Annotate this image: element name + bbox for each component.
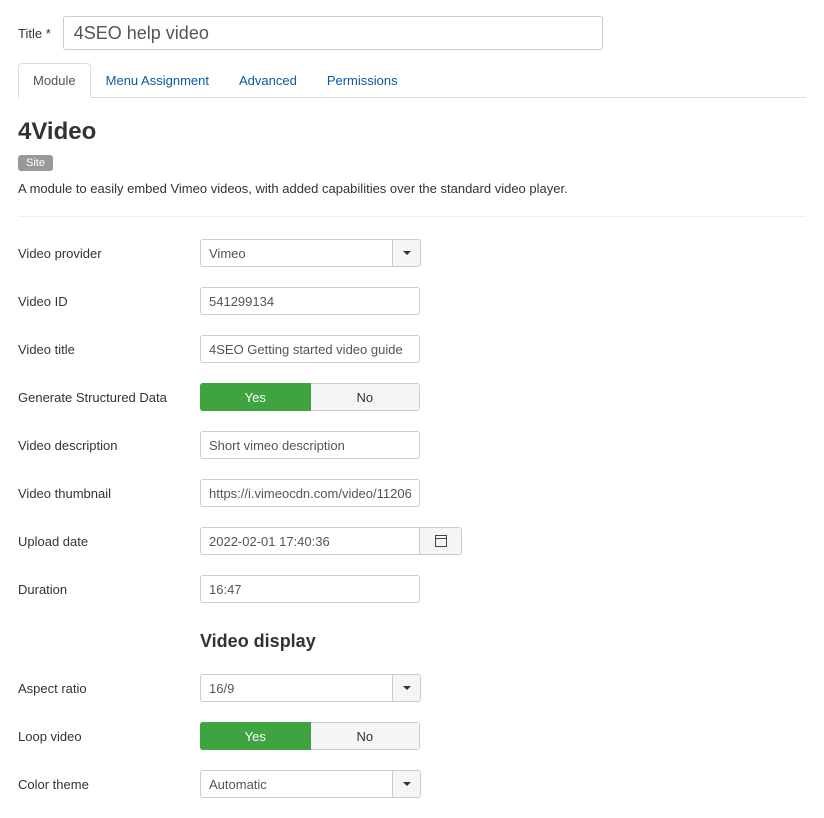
label-video-title: Video title — [18, 342, 200, 357]
row-video-id: Video ID — [18, 287, 806, 315]
calendar-icon — [435, 535, 447, 547]
input-video-title[interactable] — [200, 335, 420, 363]
row-upload-date: Upload date — [18, 527, 806, 555]
select-value: Automatic — [200, 770, 393, 798]
chevron-down-icon[interactable] — [393, 674, 421, 702]
label-duration: Duration — [18, 582, 200, 597]
row-duration: Duration — [18, 575, 806, 603]
input-video-id[interactable] — [200, 287, 420, 315]
toggle-generate-sd[interactable]: Yes No — [200, 383, 420, 411]
toggle-loop-video[interactable]: Yes No — [200, 722, 420, 750]
select-aspect-ratio[interactable]: 16/9 — [200, 674, 421, 702]
chevron-down-icon[interactable] — [393, 770, 421, 798]
site-badge: Site — [18, 155, 53, 171]
label-color-theme: Color theme — [18, 777, 200, 792]
toggle-yes[interactable]: Yes — [200, 722, 311, 750]
row-video-thumbnail: Video thumbnail — [18, 479, 806, 507]
title-input[interactable] — [63, 16, 603, 50]
select-value: 16/9 — [200, 674, 393, 702]
module-description: A module to easily embed Vimeo videos, w… — [18, 181, 806, 196]
tab-permissions[interactable]: Permissions — [312, 63, 413, 98]
toggle-yes[interactable]: Yes — [200, 383, 311, 411]
label-video-description: Video description — [18, 438, 200, 453]
tab-advanced[interactable]: Advanced — [224, 63, 312, 98]
row-video-provider: Video provider Vimeo — [18, 239, 806, 267]
select-value: Vimeo — [200, 239, 393, 267]
row-color-theme: Color theme Automatic — [18, 770, 806, 798]
row-aspect-ratio: Aspect ratio 16/9 — [18, 674, 806, 702]
input-video-thumbnail[interactable] — [200, 479, 420, 507]
label-loop-video: Loop video — [18, 729, 200, 744]
module-heading: 4Video — [18, 118, 806, 146]
calendar-button[interactable] — [420, 527, 462, 555]
tabs: Module Menu Assignment Advanced Permissi… — [18, 62, 806, 98]
input-upload-date[interactable] — [200, 527, 420, 555]
label-video-provider: Video provider — [18, 246, 200, 261]
label-upload-date: Upload date — [18, 534, 200, 549]
row-generate-sd: Generate Structured Data Yes No — [18, 383, 806, 411]
section-header-video-display: Video display — [200, 631, 806, 652]
title-row: Title * — [18, 16, 806, 50]
separator — [18, 216, 806, 217]
select-video-provider[interactable]: Vimeo — [200, 239, 421, 267]
input-duration[interactable] — [200, 575, 420, 603]
select-color-theme[interactable]: Automatic — [200, 770, 421, 798]
toggle-no[interactable]: No — [311, 722, 421, 750]
label-aspect-ratio: Aspect ratio — [18, 681, 200, 696]
row-video-title: Video title — [18, 335, 806, 363]
chevron-down-icon[interactable] — [393, 239, 421, 267]
label-video-id: Video ID — [18, 294, 200, 309]
row-video-description: Video description — [18, 431, 806, 459]
label-generate-sd: Generate Structured Data — [18, 390, 200, 405]
label-video-thumbnail: Video thumbnail — [18, 486, 200, 501]
row-loop-video: Loop video Yes No — [18, 722, 806, 750]
tab-menu-assignment[interactable]: Menu Assignment — [91, 63, 224, 98]
title-label: Title * — [18, 26, 51, 41]
tab-module[interactable]: Module — [18, 63, 91, 98]
toggle-no[interactable]: No — [311, 383, 421, 411]
input-video-description[interactable] — [200, 431, 420, 459]
